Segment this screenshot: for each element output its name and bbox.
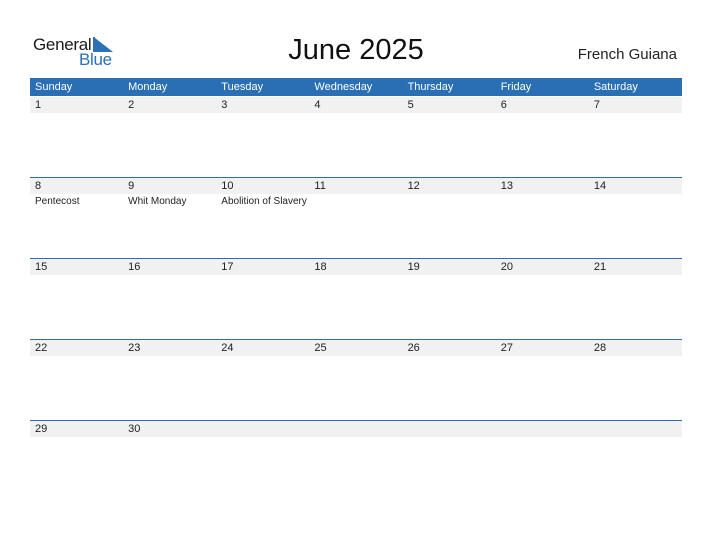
holiday-label: Pentecost [35,196,80,207]
day-cell: 6 [496,97,589,178]
day-number: 16 [128,261,141,273]
day-number: 22 [35,342,48,354]
day-cell: 3 [216,97,309,178]
day-cell [496,421,589,502]
weekday-friday: Friday [500,81,532,93]
week-cells: 15 16 17 18 19 20 21 [30,259,682,340]
day-number: 24 [221,342,234,354]
day-cell: 27 [496,340,589,421]
day-number: 13 [500,180,513,192]
day-number: 30 [128,423,141,435]
week-row: 1 2 3 4 5 6 7 [30,97,682,178]
day-cell: 4 [309,97,402,178]
day-cell: 8 Pentecost [30,178,123,259]
day-cell: 30 [123,421,216,502]
country-label: French Guiana [577,46,677,63]
day-cell: 24 [216,340,309,421]
day-number: 2 [128,99,135,111]
day-number: 25 [314,342,327,354]
weekday-header: Sunday Monday Tuesday Wednesday Thursday… [30,78,682,96]
day-number: 8 [35,180,42,192]
day-number: 27 [500,342,513,354]
holiday-label: Abolition of Slavery [221,196,307,207]
day-number: 29 [35,423,48,435]
day-cell: 22 [30,340,123,421]
day-number: 6 [500,99,507,111]
day-number: 19 [407,261,420,273]
weekday-monday: Monday [128,81,168,93]
day-cell: 26 [403,340,496,421]
day-cell [403,421,496,502]
holiday-label: Whit Monday [128,196,187,207]
day-cell: 28 [589,340,682,421]
day-number: 7 [593,99,600,111]
day-cell: 10 Abolition of Slavery [216,178,309,259]
weekday-saturday: Saturday [593,81,638,93]
day-cell: 17 [216,259,309,340]
day-cell: 13 [496,178,589,259]
day-number: 18 [314,261,327,273]
day-cell [216,421,309,502]
weekday-tuesday: Tuesday [221,81,264,93]
day-number: 21 [593,261,607,273]
weekday-wednesday: Wednesday [314,81,373,93]
day-cell: 12 [403,178,496,259]
day-cell: 18 [309,259,402,340]
day-cell: 14 [589,178,682,259]
weekday-thursday: Thursday [407,81,454,93]
day-cell: 7 [589,97,682,178]
day-number: 23 [128,342,141,354]
week-cells: 22 23 24 25 26 27 28 [30,340,682,421]
day-number: 3 [221,99,228,111]
day-cell [309,421,402,502]
day-cell: 20 [496,259,589,340]
day-number: 14 [593,180,607,192]
week-cells: 8 Pentecost 9 Whit Monday 10 Abolition of Sla… [30,178,682,259]
day-number: 5 [407,99,414,111]
day-cell: 23 [123,340,216,421]
day-cell: 15 [30,259,123,340]
day-cell: 29 [30,421,123,502]
week-row: 15 16 17 18 19 20 21 [30,258,682,340]
day-cell: 21 [589,259,682,340]
day-cell: 19 [403,259,496,340]
day-number: 9 [128,180,135,192]
day-cell: 25 [309,340,402,421]
week-cells: 1 2 3 4 5 6 7 [30,97,682,178]
weekday-sunday: Sunday [35,81,73,93]
week-row: 29 30 [30,420,682,502]
day-cell: 16 [123,259,216,340]
day-number: 15 [35,261,48,273]
day-number: 20 [500,261,513,273]
day-cell: 11 [309,178,402,259]
day-cell: 5 [403,97,496,178]
day-number: 1 [35,99,42,111]
day-cell: 9 Whit Monday [123,178,216,259]
week-row: 22 23 24 25 26 27 28 [30,339,682,421]
week-cells: 29 30 [30,421,682,502]
day-number: 26 [407,342,420,354]
day-cell: 2 [123,97,216,178]
day-number: 28 [593,342,607,354]
day-number: 4 [314,99,321,111]
day-cell [589,421,682,502]
day-number: 10 [221,180,234,192]
day-cell: 1 [30,97,123,178]
day-number: 12 [407,180,420,192]
week-row: 8 Pentecost 9 Whit Monday 10 Abolition of Sla… [30,177,682,259]
day-number: 11 [314,180,326,192]
day-number: 17 [221,261,234,273]
